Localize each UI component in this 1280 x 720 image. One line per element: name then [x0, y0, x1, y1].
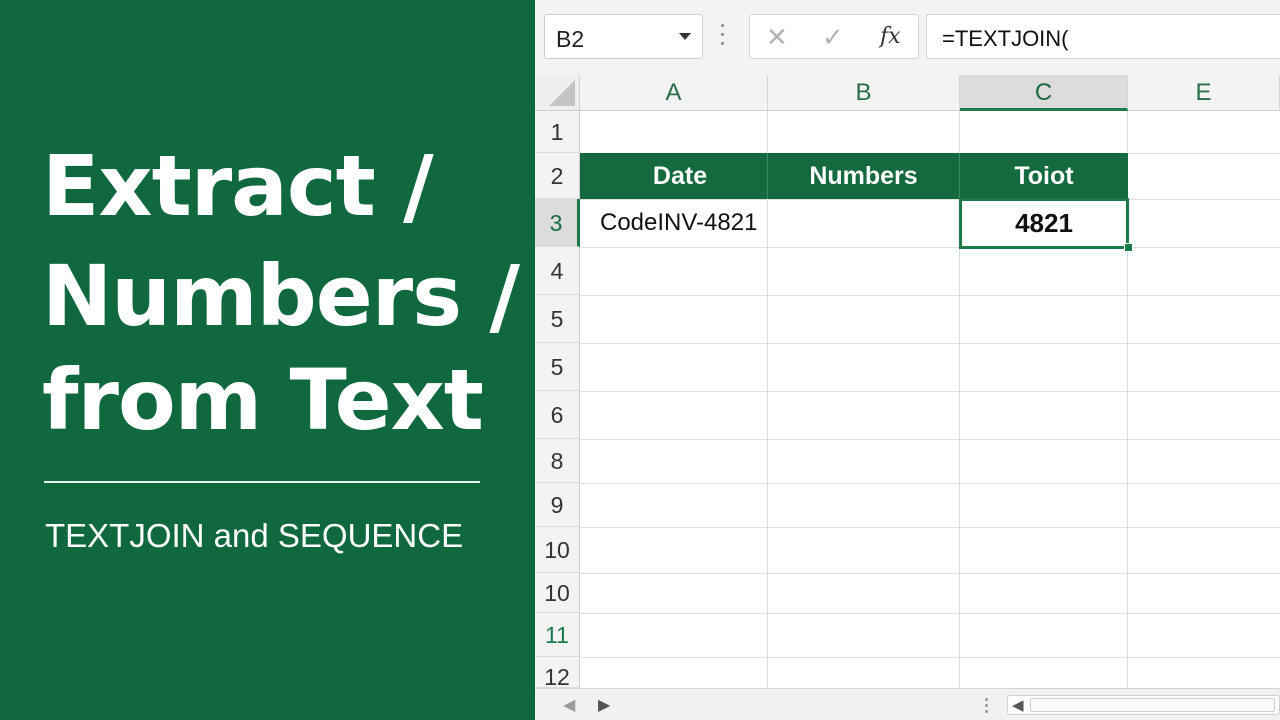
formula-input[interactable]: =TEXTJOIN( [926, 14, 1280, 59]
row-header[interactable]: 10 [535, 573, 580, 613]
name-box-value: B2 [556, 26, 585, 52]
chevron-down-icon[interactable] [679, 33, 691, 40]
column-header-e[interactable]: E [1128, 75, 1280, 111]
column-header-c[interactable]: C [960, 75, 1128, 111]
subtitle: TEXTJOIN and SEQUENCE [45, 517, 464, 554]
grid-line [580, 439, 1280, 440]
column-header-b[interactable]: B [768, 75, 960, 111]
scroll-left-icon[interactable]: ◀ [1012, 696, 1024, 716]
row-header[interactable]: 12 [535, 657, 580, 690]
table-header-row: Date Numbers Toiot [580, 153, 1128, 199]
row-header[interactable]: 11 [535, 613, 580, 657]
row-header[interactable]: 6 [535, 391, 580, 439]
row-header[interactable]: 1 [535, 111, 580, 153]
splitter-handle-icon[interactable] [985, 698, 988, 716]
worksheet-grid: A B C E 1 2 3 4 5 5 6 8 9 10 10 11 12 Da… [535, 75, 1280, 690]
grid-line [580, 483, 1280, 484]
row-header[interactable]: 5 [535, 343, 580, 391]
fill-handle[interactable] [1124, 243, 1133, 252]
row-header[interactable]: 3 [535, 199, 580, 247]
cell-a3[interactable]: CodeINV-4821 [600, 199, 765, 247]
insert-function-icon[interactable]: fx [880, 21, 901, 53]
grid-line [580, 613, 1280, 614]
table-header-cell[interactable]: Toiot [960, 153, 1128, 199]
grid-line [580, 573, 1280, 574]
drag-handle-icon[interactable] [721, 24, 725, 50]
select-all-icon [549, 80, 575, 106]
formula-buttons: ✕ ✓ fx [749, 14, 919, 59]
grid-line [580, 391, 1280, 392]
title-panel: Extract / Numbers / from Text TEXTJOIN a… [0, 0, 535, 720]
grid-line [580, 343, 1280, 344]
previous-sheet-icon[interactable]: ◀ [563, 695, 575, 715]
row-header[interactable]: 9 [535, 483, 580, 527]
title-line-2: Numbers / [42, 247, 520, 345]
cell-area[interactable]: Date Numbers Toiot CodeINV-4821 4821 [580, 111, 1280, 688]
title-divider [44, 481, 480, 483]
row-header[interactable]: 4 [535, 247, 580, 295]
cancel-icon[interactable]: ✕ [766, 21, 788, 53]
title-line-1: Extract / [42, 137, 434, 235]
grid-line [580, 247, 1280, 248]
horizontal-scrollbar[interactable]: ◀ [1007, 695, 1280, 715]
scrollbar-thumb[interactable] [1030, 698, 1275, 712]
row-header[interactable]: 2 [535, 153, 580, 199]
formula-bar: B2 ✕ ✓ fx =TEXTJOIN( [535, 0, 1280, 75]
row-header[interactable]: 8 [535, 439, 580, 483]
spreadsheet: B2 ✕ ✓ fx =TEXTJOIN( A B C E 1 2 3 4 5 5… [535, 0, 1280, 720]
check-icon[interactable]: ✓ [822, 21, 844, 53]
row-header[interactable]: 10 [535, 527, 580, 573]
sheet-tab-bar: ◀ ▶ ◀ [535, 688, 1280, 720]
active-cell-outline [959, 198, 1129, 249]
row-header[interactable]: 5 [535, 295, 580, 343]
column-header-a[interactable]: A [580, 75, 768, 111]
name-box[interactable]: B2 [544, 14, 703, 59]
grid-line [580, 527, 1280, 528]
cell-b3[interactable] [768, 199, 959, 247]
formula-text: =TEXTJOIN( [942, 26, 1069, 51]
next-sheet-icon[interactable]: ▶ [598, 695, 610, 715]
title-line-3: from Text [42, 351, 484, 449]
grid-line [580, 657, 1280, 658]
select-all-button[interactable] [535, 75, 580, 111]
grid-line [580, 295, 1280, 296]
table-header-cell[interactable]: Date [580, 153, 780, 199]
table-header-cell[interactable]: Numbers [768, 153, 959, 199]
